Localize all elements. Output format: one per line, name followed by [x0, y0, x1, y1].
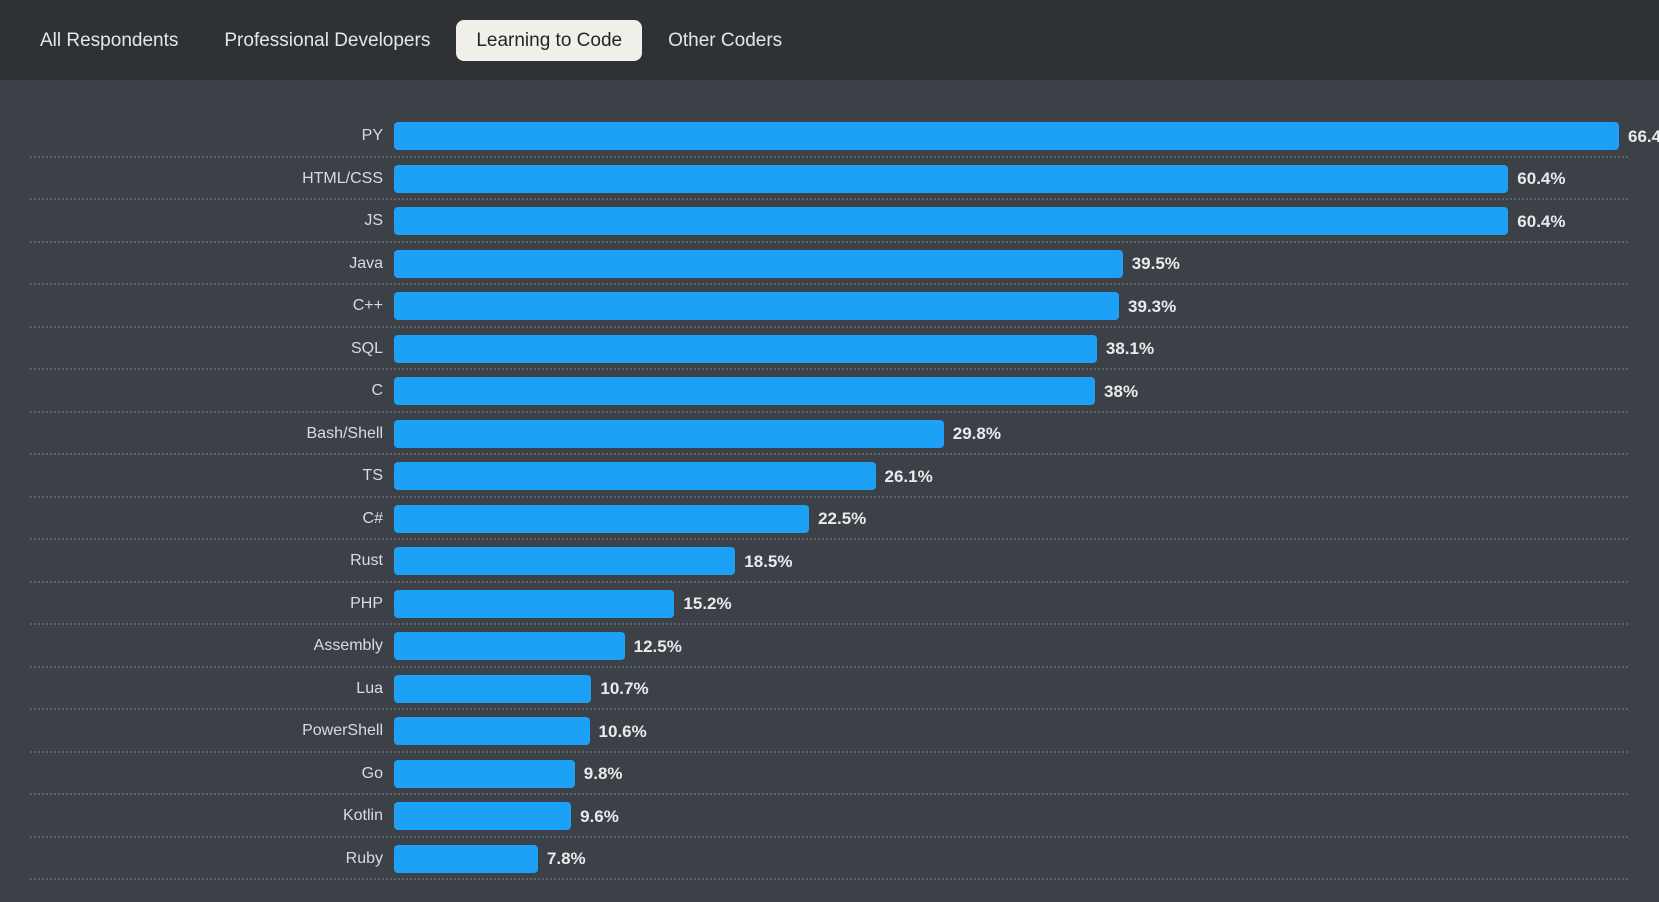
tab-learning-to-code[interactable]: Learning to Code [456, 19, 643, 61]
bar-fill[interactable] [394, 717, 590, 746]
bar-category-label: Bash/Shell [306, 424, 384, 442]
tab-all-respondents[interactable]: All Respondents [20, 20, 198, 61]
bar-fill[interactable] [394, 674, 592, 703]
bar-track: 38.1% [394, 334, 1659, 363]
bar-fill[interactable] [394, 547, 736, 576]
bar-fill[interactable] [394, 589, 675, 618]
bar-value-label: 18.5% [744, 551, 793, 571]
bar-row[interactable]: Lua 10.7% [0, 668, 1659, 711]
bar-value-label: 60.4% [1517, 211, 1566, 231]
bar-track: 15.2% [394, 589, 1659, 618]
tab-bar: All Respondents Professional Developers Le… [0, 0, 1659, 80]
bar-category-label: PY [361, 127, 383, 145]
bar-row[interactable]: PHP 15.2% [0, 583, 1659, 626]
bar-category-label: PHP [350, 594, 383, 612]
bar-fill[interactable] [394, 632, 625, 661]
bar-fill[interactable] [394, 207, 1509, 236]
bar-fill[interactable] [394, 249, 1123, 278]
bar-track: 39.3% [394, 292, 1659, 321]
bar-track: 9.8% [394, 759, 1659, 788]
bar-category-label: Go [361, 764, 383, 782]
bar-value-label: 7.8% [546, 849, 586, 869]
bar-fill[interactable] [394, 759, 575, 788]
bar-value-label: 66.4% [1628, 126, 1659, 146]
tab-other-coders[interactable]: Other Coders [648, 20, 802, 61]
bar-fill[interactable] [394, 292, 1120, 321]
bar-row[interactable]: Java 39.5% [0, 243, 1659, 286]
bar-category-label: Kotlin [342, 807, 383, 825]
bar-category-label: C++ [352, 297, 383, 315]
bar-track: 60.4% [394, 164, 1659, 193]
bar-track: 10.6% [394, 717, 1659, 746]
bar-value-label: 12.5% [633, 636, 682, 656]
bar-value-label: 29.8% [952, 424, 1001, 444]
bar-fill[interactable] [394, 377, 1096, 406]
bar-row[interactable]: Go 9.8% [0, 753, 1659, 796]
bar-row[interactable]: SQL 38.1% [0, 328, 1659, 371]
bar-category-label: Lua [356, 679, 383, 697]
bar-row[interactable]: Bash/Shell 29.8% [0, 413, 1659, 456]
bar-track: 26.1% [394, 462, 1659, 491]
bar-fill[interactable] [394, 122, 1619, 151]
bar-value-label: 15.2% [683, 594, 732, 614]
bar-fill[interactable] [394, 844, 538, 873]
bar-track: 18.5% [394, 547, 1659, 576]
bar-track: 10.7% [394, 674, 1659, 703]
bar-category-label: Ruby [345, 849, 383, 867]
bar-track: 12.5% [394, 632, 1659, 661]
bar-row[interactable]: PowerShell 10.6% [0, 710, 1659, 753]
chart-panel: PY 66.4% HTML/CSS 60.4% JS 60.4% Java 39.5% C++ 3… [0, 80, 1659, 902]
bar-track: 39.5% [394, 249, 1659, 278]
bar-row[interactable]: PY 66.4% [0, 115, 1659, 158]
bar-row[interactable]: HTML/CSS 60.4% [0, 158, 1659, 201]
bar-category-label: Rust [350, 552, 383, 570]
bar-track: 38% [394, 377, 1659, 406]
bar-fill[interactable] [394, 802, 572, 831]
bar-chart: PY 66.4% HTML/CSS 60.4% JS 60.4% Java 39.5% C++ 3… [0, 80, 1659, 880]
bar-fill[interactable] [394, 164, 1509, 193]
bar-category-label: C# [362, 509, 383, 527]
bar-value-label: 9.6% [580, 806, 619, 826]
bar-fill[interactable] [394, 462, 876, 491]
bar-category-label: C [371, 382, 383, 400]
bar-value-label: 10.6% [598, 721, 647, 741]
bar-track: 9.6% [394, 802, 1659, 831]
bar-fill[interactable] [394, 504, 810, 533]
bar-value-label: 60.4% [1517, 169, 1566, 189]
bar-fill[interactable] [394, 419, 944, 448]
bar-row[interactable]: C 38% [0, 370, 1659, 413]
bar-category-label: Assembly [313, 637, 383, 655]
bar-row[interactable]: TS 26.1% [0, 455, 1659, 498]
bar-track: 22.5% [394, 504, 1659, 533]
bar-category-label: SQL [350, 339, 383, 357]
bar-fill[interactable] [394, 334, 1097, 363]
bar-value-label: 39.3% [1128, 296, 1177, 316]
bar-track: 29.8% [394, 419, 1659, 448]
bar-category-label: JS [364, 212, 383, 230]
bar-row[interactable]: Assembly 12.5% [0, 625, 1659, 668]
bar-value-label: 22.5% [818, 509, 867, 529]
bar-value-label: 9.8% [583, 764, 623, 784]
bar-value-label: 39.5% [1131, 254, 1180, 274]
bar-row[interactable]: Rust 18.5% [0, 540, 1659, 583]
bar-track: 7.8% [394, 844, 1659, 873]
bar-track: 60.4% [394, 207, 1659, 236]
bar-value-label: 38% [1104, 381, 1139, 401]
bar-category-label: PowerShell [302, 722, 383, 740]
bar-row[interactable]: Kotlin 9.6% [0, 795, 1659, 838]
bar-value-label: 10.7% [600, 679, 649, 699]
bar-category-label: Java [349, 254, 383, 272]
bar-row[interactable]: C++ 39.3% [0, 285, 1659, 328]
bar-value-label: 26.1% [884, 466, 933, 486]
bar-category-label: TS [362, 467, 383, 485]
bar-category-label: HTML/CSS [302, 169, 383, 187]
bar-row[interactable]: JS 60.4% [0, 200, 1659, 243]
bar-track: 66.4% [394, 122, 1659, 151]
bar-row[interactable]: Ruby 7.8% [0, 838, 1659, 881]
bar-value-label: 38.1% [1105, 339, 1155, 359]
tab-professional-developers[interactable]: Professional Developers [204, 20, 450, 61]
bar-row[interactable]: C# 22.5% [0, 498, 1659, 541]
